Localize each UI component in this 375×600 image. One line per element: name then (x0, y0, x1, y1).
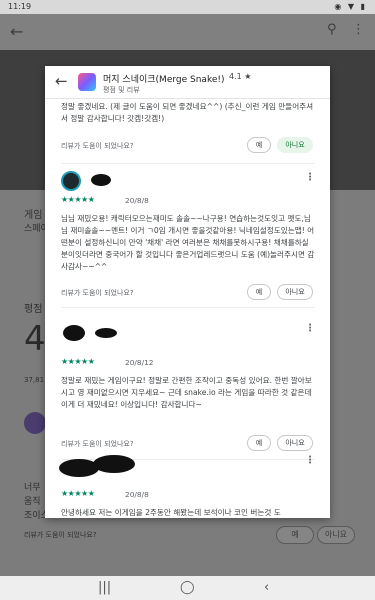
background-rating-count: 37,81 (24, 376, 45, 384)
app-icon (78, 73, 96, 91)
status-bar: 11:19 ◉ ▼ ▮ (0, 0, 375, 14)
app-rating: 4.1 ★ (229, 72, 252, 81)
divider (61, 163, 315, 164)
dialog-header: ← 머지 스네이크(Merge Snake!) 4.1 ★ 평점 및 리뷰 (45, 66, 330, 99)
background-review-line1: 너무 (24, 483, 41, 493)
background-more-icon[interactable]: ⋮ (352, 22, 365, 37)
background-ratings-title: 평점 (24, 304, 43, 315)
review-date: 20/8/8 (125, 196, 149, 205)
helpful-yes-button[interactable]: 예 (247, 284, 271, 300)
divider (61, 307, 315, 308)
redacted-name (93, 455, 135, 473)
background-no-button[interactable]: 아니요 (317, 526, 355, 544)
helpful-no-button[interactable]: 아니요 (277, 435, 313, 451)
review-date: 20/8/8 (125, 490, 149, 499)
helpful-question: 리뷰가 도움이 되었나요? (61, 142, 134, 150)
home-button[interactable]: ◯ (180, 580, 195, 595)
review-text: 안녕하세요 저는 이게임을 2주동안 해봤는데 보석이나 코인 버는것 도 (61, 508, 281, 517)
background-helpful-question: 리뷰가 도움이 되었나요? (24, 531, 97, 539)
review-stars: ★★★★★ (61, 195, 95, 204)
redacted-name (95, 328, 117, 338)
helpful-no-button[interactable]: 아니요 (277, 137, 313, 153)
background-back-icon[interactable]: ← (10, 22, 23, 41)
helpful-question: 리뷰가 도움이 되었나요? (61, 440, 134, 448)
reviewer-avatar (63, 325, 85, 341)
redacted-name (91, 174, 111, 186)
back-arrow-icon[interactable]: ← (55, 72, 68, 90)
reviews-list[interactable]: 정말 좋겠네요. (제 글이 도움이 되면 좋겠네요^^) (추신_이런 게임 … (45, 99, 330, 518)
background-review-line2: 움직 (24, 497, 41, 507)
status-icons: ◉ ▼ ▮ (334, 2, 367, 11)
review-more-icon[interactable]: ⋮ (305, 323, 315, 334)
review-text: 님님 재밌오용! 캐릭터모으는재미도 솔솔~~나구용! 연습하는것도잇고 펫도,… (61, 214, 315, 271)
app-title: 머지 스네이크(Merge Snake!) (103, 75, 225, 85)
review-text: 정말 좋겠네요. (제 글이 도움이 되면 좋겠네요^^) (추신_이런 게임 … (61, 102, 314, 123)
review-more-icon[interactable]: ⋮ (305, 172, 315, 183)
dialog-subtitle: 평점 및 리뷰 (103, 86, 140, 94)
nav-back-button[interactable]: ‹ (264, 580, 269, 595)
review-stars: ★★★★★ (61, 489, 95, 498)
review-date: 20/8/12 (125, 358, 154, 367)
status-time: 11:19 (8, 2, 32, 11)
background-search-icon[interactable]: ⚲ (327, 22, 337, 37)
reviews-dialog: ← 머지 스네이크(Merge Snake!) 4.1 ★ 평점 및 리뷰 정말… (45, 66, 330, 518)
background-avatar (24, 412, 46, 434)
recents-button[interactable]: ||| (98, 580, 111, 595)
helpful-question: 리뷰가 도움이 되었나요? (61, 289, 134, 297)
review-more-icon[interactable]: ⋮ (305, 455, 315, 466)
background-yes-button[interactable]: 예 (276, 526, 314, 544)
review-text: 정말로 재밌는 게임이구요! 정말로 간편한 조작이고 중독성 있어요. 한번 … (61, 376, 312, 409)
helpful-yes-button[interactable]: 예 (247, 435, 271, 451)
review-stars: ★★★★★ (61, 357, 95, 366)
background-section-title: 게임 (24, 210, 43, 221)
system-nav-bar: ||| ◯ ‹ (0, 576, 375, 600)
background-toolbar: ← ⚲ ⋮ (0, 14, 375, 50)
helpful-no-button[interactable]: 아니요 (277, 284, 313, 300)
helpful-yes-button[interactable]: 예 (247, 137, 271, 153)
reviewer-avatar (61, 171, 81, 191)
background-big-rating: 4 (24, 319, 46, 359)
